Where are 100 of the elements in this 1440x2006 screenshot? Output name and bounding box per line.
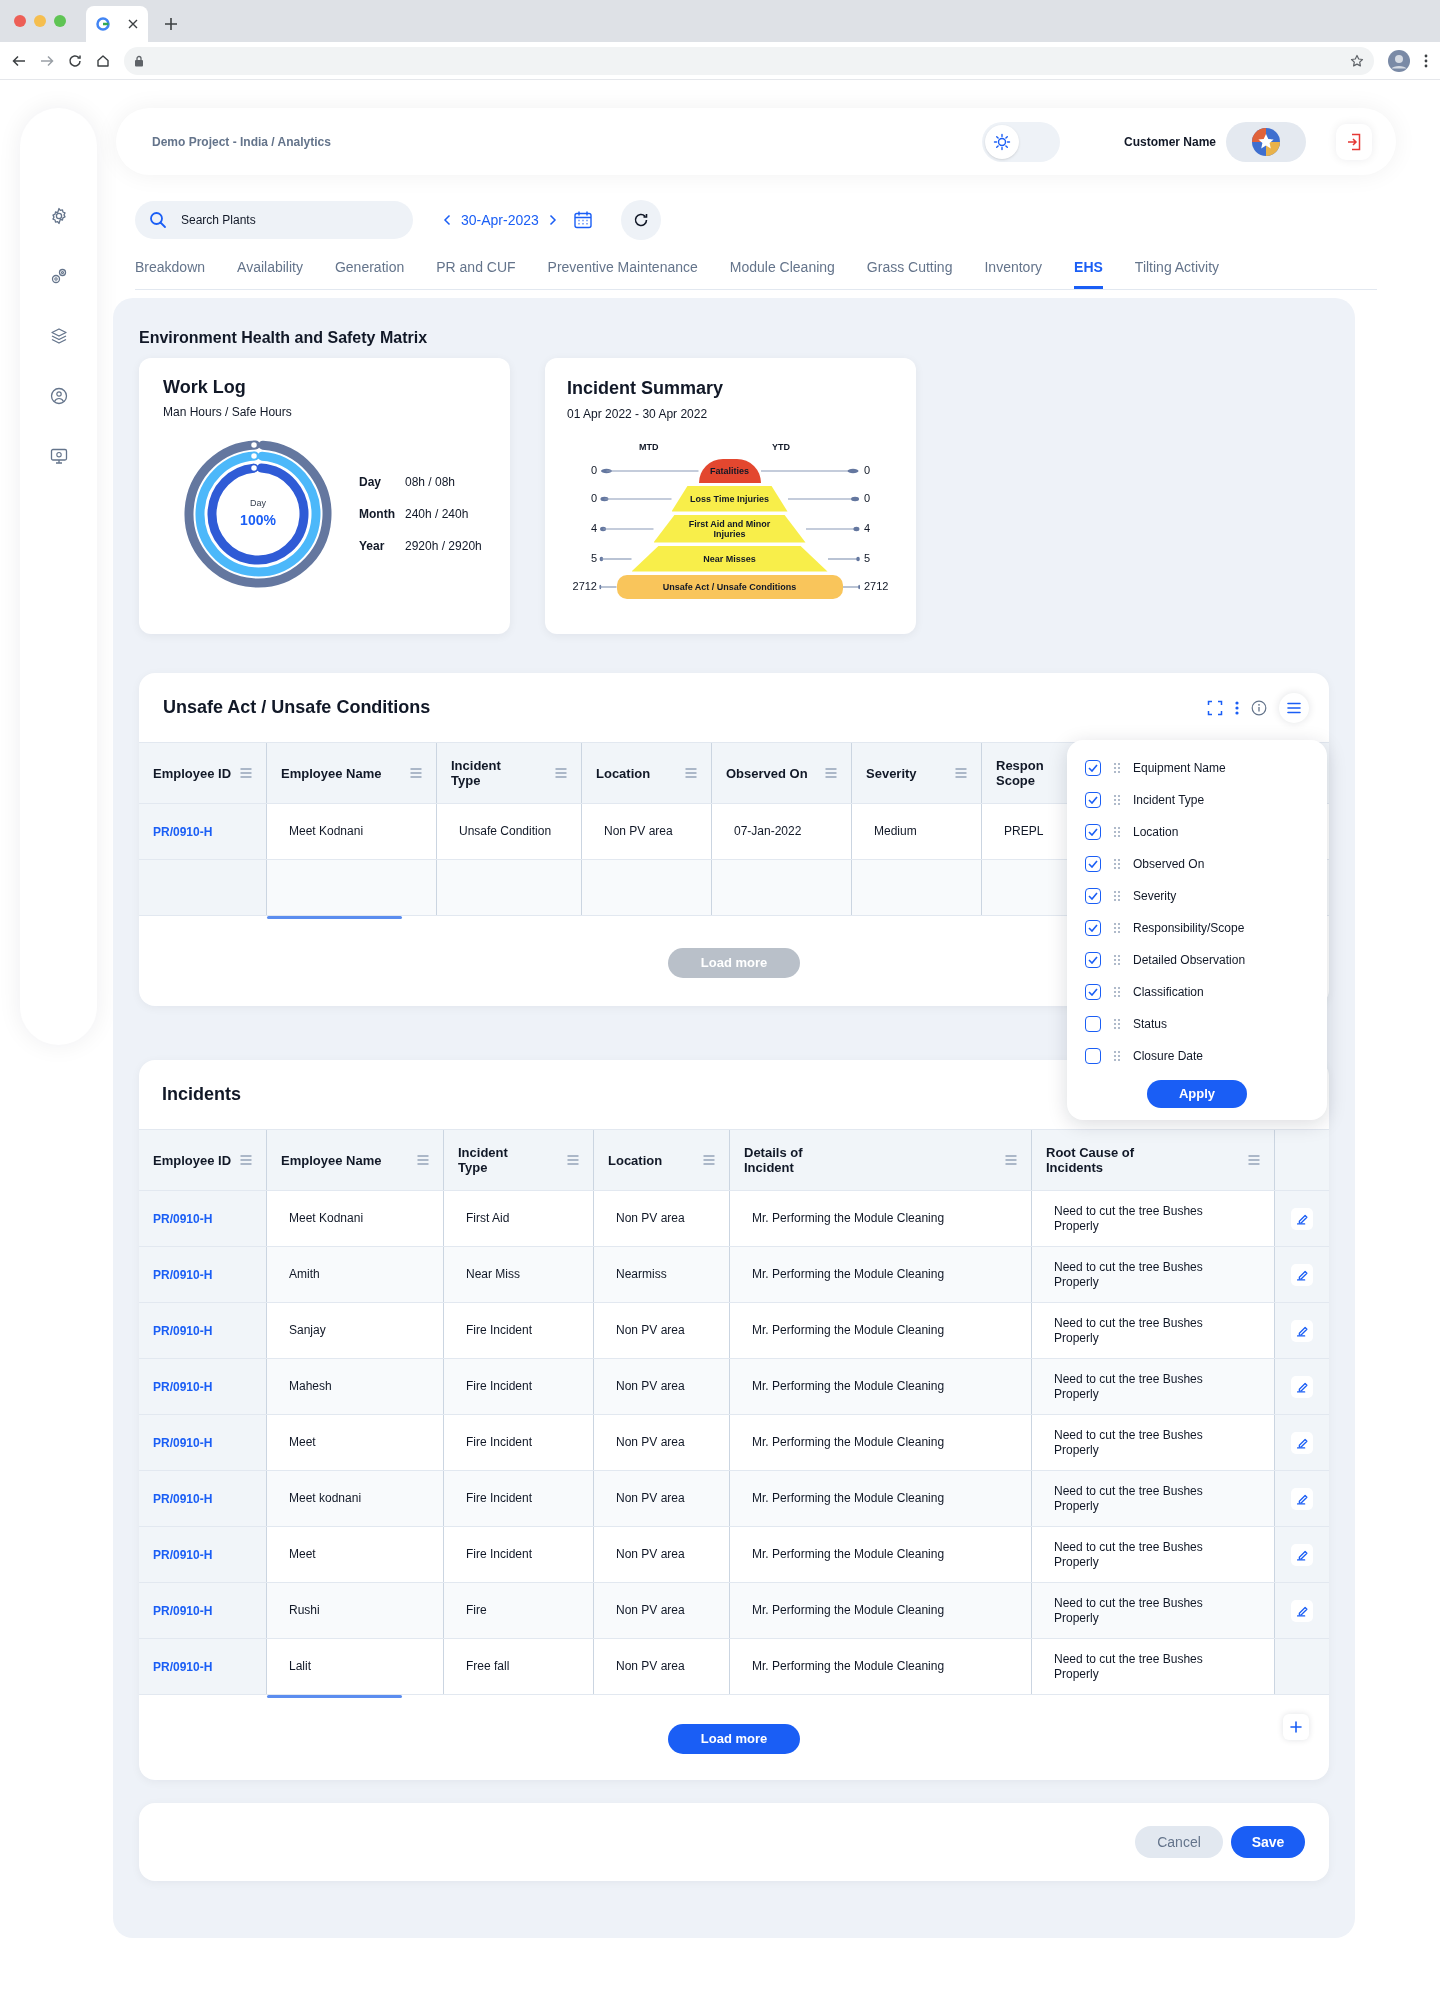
column-header: Root Cause of Incidents <box>1046 1145 1136 1175</box>
employee-id-link[interactable]: PR/0910-H <box>153 1377 213 1396</box>
fullscreen-icon[interactable] <box>1207 699 1223 716</box>
cancel-button[interactable]: Cancel <box>1135 1826 1223 1858</box>
employee-id-link[interactable]: PR/0910-H <box>153 1545 213 1564</box>
nav-tab[interactable]: Inventory <box>984 257 1043 289</box>
employee-id-link[interactable]: PR/0910-H <box>153 822 213 841</box>
checkbox[interactable] <box>1085 984 1101 1000</box>
ytd-value: 2712 <box>864 579 890 595</box>
menu-item-label: Incident Type <box>1133 792 1205 809</box>
theme-toggle[interactable] <box>981 121 1060 162</box>
table-cell: Unsafe Condition <box>459 824 552 839</box>
profile-avatar-icon[interactable] <box>1388 49 1410 72</box>
table-cell-text: Need to cut the tree Bushes Properly <box>1054 1259 1204 1290</box>
drag-handle-icon[interactable] <box>1113 890 1121 902</box>
drag-handle-icon[interactable] <box>1113 794 1121 806</box>
employee-id-link[interactable]: PR/0910-H <box>153 1601 213 1620</box>
nav-tab[interactable]: Generation <box>334 257 405 289</box>
search-field[interactable]: Search Plants <box>135 201 413 239</box>
next-date-icon[interactable] <box>548 214 557 226</box>
edit-button[interactable] <box>1291 1207 1313 1230</box>
nav-tab[interactable]: Tilting Activity <box>1134 257 1220 289</box>
reload-icon[interactable] <box>68 53 82 68</box>
user-avatar-button[interactable] <box>1226 121 1306 162</box>
refresh-button[interactable] <box>620 200 661 240</box>
drag-handle-icon[interactable] <box>1113 762 1121 774</box>
avatar-icon <box>1252 127 1280 156</box>
close-icon[interactable] <box>128 19 138 29</box>
checkbox[interactable] <box>1085 792 1101 808</box>
nav-tab[interactable]: Breakdown <box>135 257 206 289</box>
checkbox[interactable] <box>1085 1048 1101 1064</box>
edit-button[interactable] <box>1291 1487 1313 1510</box>
logout-button[interactable] <box>1336 123 1372 160</box>
edit-button[interactable] <box>1291 1599 1313 1622</box>
table-cell-text: Need to cut the tree Bushes Properly <box>1054 1595 1204 1626</box>
load-more-button[interactable]: Load more <box>668 1724 800 1754</box>
employee-id-link[interactable]: PR/0910-H <box>153 1321 213 1340</box>
table-cell: Fire Incident <box>466 1379 533 1394</box>
star-icon[interactable] <box>1350 53 1364 68</box>
employee-id-link[interactable]: PR/0910-H <box>153 1265 213 1284</box>
window-control-icon[interactable] <box>14 15 26 27</box>
edit-button[interactable] <box>1291 1375 1313 1398</box>
edit-button[interactable] <box>1291 1263 1313 1286</box>
save-button[interactable]: Save <box>1231 1826 1305 1858</box>
mtd-value: 5 <box>589 551 597 567</box>
table-cell: Fire Incident <box>466 1323 533 1338</box>
checkbox[interactable] <box>1085 824 1101 840</box>
drag-handle-icon[interactable] <box>1113 1018 1121 1030</box>
checkbox[interactable] <box>1085 856 1101 872</box>
check-icon <box>1088 924 1098 932</box>
nav-tab[interactable]: Grass Cutting <box>866 257 953 289</box>
table-cell: Non PV area <box>604 824 673 839</box>
drag-handle-icon[interactable] <box>1113 954 1121 966</box>
card-title: Incident Summary <box>567 377 725 400</box>
edit-button[interactable] <box>1291 1431 1313 1454</box>
checkbox[interactable] <box>1085 888 1101 904</box>
table-cell: 07-Jan-2022 <box>734 824 802 839</box>
drag-handle-icon[interactable] <box>1113 922 1121 934</box>
previous-date-icon[interactable] <box>443 214 451 226</box>
column-settings-button[interactable] <box>1279 692 1309 723</box>
calendar-icon[interactable] <box>572 210 593 230</box>
edit-button[interactable] <box>1291 1319 1313 1342</box>
checkbox[interactable] <box>1085 952 1101 968</box>
employee-id-link[interactable]: PR/0910-H <box>153 1489 213 1508</box>
forward-icon[interactable] <box>40 53 54 68</box>
home-icon[interactable] <box>96 53 110 68</box>
more-icon[interactable] <box>1424 53 1428 68</box>
table-cell: Meet <box>289 1547 316 1562</box>
favicon-icon <box>96 17 110 31</box>
checkbox[interactable] <box>1085 920 1101 936</box>
checkbox[interactable] <box>1085 1016 1101 1032</box>
nav-tab[interactable]: Availability <box>237 257 303 289</box>
back-icon[interactable] <box>12 53 26 68</box>
employee-id-link[interactable]: PR/0910-H <box>153 1657 213 1676</box>
checkbox[interactable] <box>1085 760 1101 776</box>
user-gauge-icon[interactable] <box>48 386 69 406</box>
stat-value: 240h / 240h <box>405 506 470 523</box>
monitor-icon[interactable] <box>48 446 69 466</box>
info-icon[interactable] <box>1251 699 1267 716</box>
drag-handle-icon[interactable] <box>1113 986 1121 998</box>
employee-id-link[interactable]: PR/0910-H <box>153 1433 213 1452</box>
more-icon[interactable] <box>1235 700 1239 715</box>
drag-handle-icon[interactable] <box>1113 1050 1121 1062</box>
ring-center-label: Day <box>250 496 266 510</box>
apply-button[interactable]: Apply <box>1147 1080 1247 1108</box>
nav-tab[interactable]: Module Cleaning <box>729 257 835 289</box>
table-cell: Non PV area <box>616 1323 685 1338</box>
new-tab-icon[interactable] <box>164 17 178 31</box>
table-cell: Non PV area <box>616 1547 685 1562</box>
edit-button[interactable] <box>1291 1543 1313 1566</box>
add-button[interactable] <box>1283 1714 1309 1740</box>
nav-tab[interactable]: Preventive Maintenance <box>547 257 698 289</box>
nav-tab[interactable]: EHS <box>1074 257 1103 289</box>
nav-tab[interactable]: PR and CUF <box>436 257 516 289</box>
browser-tab[interactable] <box>86 6 148 42</box>
layers-icon[interactable] <box>48 326 69 346</box>
drag-handle-icon[interactable] <box>1113 826 1121 838</box>
drag-handle-icon[interactable] <box>1113 858 1121 870</box>
employee-id-link[interactable]: PR/0910-H <box>153 1209 213 1228</box>
check-icon <box>1088 828 1098 836</box>
